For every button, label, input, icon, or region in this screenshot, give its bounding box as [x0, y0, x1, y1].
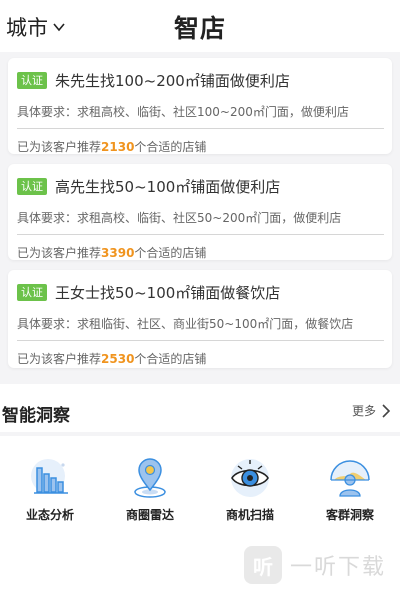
recommendation-text: 已为该客户推荐3390个合适的店铺	[17, 246, 207, 260]
divider	[17, 340, 384, 341]
demand-card[interactable]: 认证 高先生找50~100㎡铺面做便利店 具体要求：求租高校、临街、社区50~2…	[8, 164, 392, 260]
demand-title: 朱先生找100~200㎡铺面做便利店	[55, 72, 290, 90]
verified-badge: 认证	[17, 284, 47, 301]
tool-label: 商机扫描	[225, 508, 274, 522]
tool-label: 业态分析	[25, 508, 74, 522]
watermark: 听 一听下载	[244, 546, 386, 584]
page-title: 智店	[173, 14, 226, 43]
location-pin-icon	[134, 458, 166, 498]
demand-requirement: 具体要求：求租临街、社区、商业街50~100㎡门面，做餐饮店	[17, 317, 354, 331]
tool-opportunity-scan[interactable]: 商机扫描	[200, 456, 300, 523]
recommendation-count: 3390	[101, 246, 135, 260]
more-link[interactable]: 更多	[352, 402, 392, 419]
recommendation-count: 2530	[101, 352, 135, 366]
tool-customer-insight[interactable]: 客群洞察	[300, 456, 400, 523]
tool-label: 客群洞察	[325, 508, 374, 522]
chevron-right-icon	[382, 403, 391, 418]
demand-requirement: 具体要求：求租高校、临街、社区50~200㎡门面，做便利店	[17, 211, 342, 225]
people-icon	[330, 460, 370, 497]
divider	[17, 128, 384, 129]
top-bar: 城市 智店	[0, 0, 400, 52]
divider	[17, 234, 384, 235]
demand-title: 高先生找50~100㎡铺面做便利店	[55, 178, 281, 196]
section-gap	[0, 432, 400, 436]
tool-label: 商圈雷达	[125, 508, 174, 522]
bar-chart-icon	[31, 459, 68, 494]
verified-badge: 认证	[17, 72, 47, 89]
section-title: 智能洞察	[2, 406, 70, 426]
verified-badge: 认证	[17, 178, 47, 195]
tool-business-analysis[interactable]: 业态分析	[0, 456, 100, 523]
demand-requirement: 具体要求：求租高校、临街、社区100~200㎡门面，做便利店	[17, 105, 349, 119]
tool-trade-area-radar[interactable]: 商圈雷达	[100, 456, 200, 523]
watermark-logo-icon: 听	[244, 546, 282, 584]
recommendation-text: 已为该客户推荐2130个合适的店铺	[17, 140, 207, 154]
demand-card[interactable]: 认证 朱先生找100~200㎡铺面做便利店 具体要求：求租高校、临街、社区100…	[8, 58, 392, 154]
recommendation-count: 2130	[101, 140, 135, 154]
eye-scan-icon	[231, 459, 269, 497]
watermark-text: 一听下载	[290, 555, 387, 580]
demand-card[interactable]: 认证 王女士找50~100㎡铺面做餐饮店 具体要求：求租临街、社区、商业街50~…	[8, 270, 392, 368]
insight-tools: 业态分析 商圈雷达 商机扫描 客群洞察	[0, 456, 400, 523]
recommendation-text: 已为该客户推荐2530个合适的店铺	[17, 352, 207, 366]
demand-title: 王女士找50~100㎡铺面做餐饮店	[55, 284, 281, 302]
